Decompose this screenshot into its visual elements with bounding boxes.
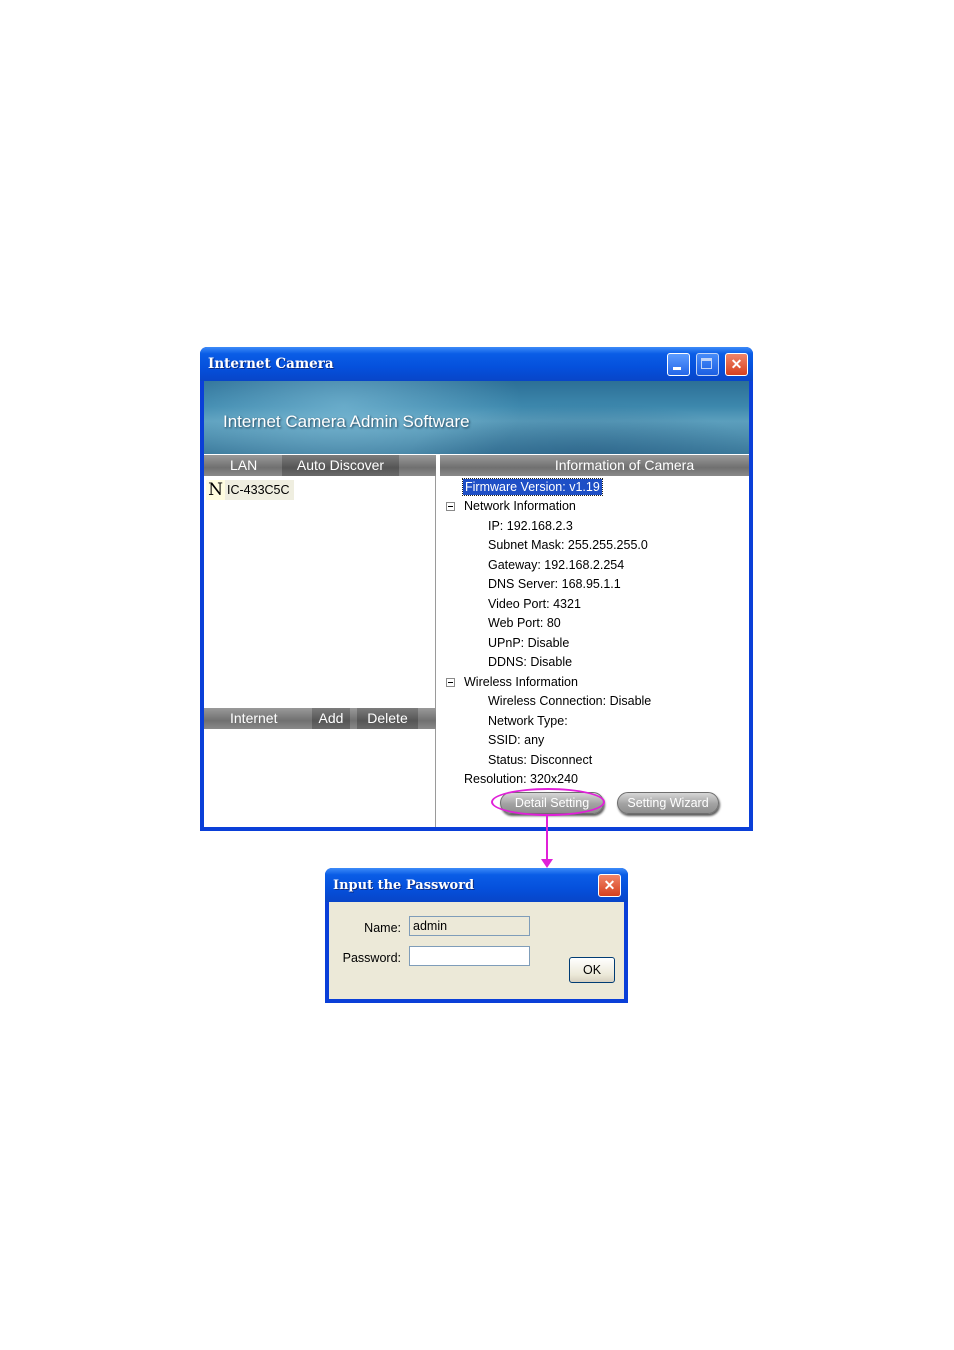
information-header: Information of Camera [440,455,749,476]
ip-address: IP: 192.168.2.3 [488,519,573,533]
window-client-area: Internet Camera Admin Software LAN Auto … [204,381,749,827]
ok-button[interactable]: OK [569,957,615,983]
camera-device-icon: N [206,480,225,500]
close-icon: ✕ [730,356,743,372]
minimize-icon [673,367,681,370]
dialog-body: Name: Password: OK [329,902,624,999]
callout-arrow-line [546,814,548,862]
name-label: Name: [364,921,401,935]
dns-server: DNS Server: 168.95.1.1 [488,577,621,591]
collapse-wireless-icon[interactable] [446,678,455,687]
add-button[interactable]: Add [312,708,350,729]
name-field[interactable] [409,916,530,936]
device-name: IC-433C5C [227,483,290,497]
gateway: Gateway: 192.168.2.254 [488,558,625,572]
dialog-title-bar[interactable]: Input the Password ✕ [325,868,628,902]
tab-internet[interactable]: Internet [230,708,277,729]
resolution: Resolution: 320x240 [464,772,578,786]
video-port: Video Port: 4321 [488,597,581,611]
network-type: Network Type: [488,714,568,728]
wireless-information-node[interactable]: Wireless Information [464,674,578,690]
password-label: Password: [342,951,401,965]
minimize-button[interactable] [667,353,690,376]
firmware-version[interactable]: Firmware Version: v1.19 [462,478,603,496]
internet-camera-window: Internet Camera ✕ Internet Camera Admin … [200,347,753,831]
dialog-title: Input the Password [333,878,475,893]
wireless-connection: Wireless Connection: Disable [488,694,652,708]
network-information-node[interactable]: Network Information [464,498,576,514]
lan-header-bar: LAN Auto Discover [204,455,436,476]
auto-discover-button[interactable]: Auto Discover [282,455,399,476]
ddns-status: DDNS: Disable [488,655,573,669]
collapse-network-icon[interactable] [446,502,455,511]
password-field[interactable] [409,946,530,966]
device-list-item[interactable]: N IC-433C5C [206,480,294,500]
maximize-icon [701,358,712,369]
wireless-status: Status: Disconnect [488,753,593,767]
close-icon: ✕ [603,877,616,893]
camera-info-tree: Firmware Version: v1.19 Network Informat… [437,476,749,827]
web-port: Web Port: 80 [488,616,561,630]
banner-title: Internet Camera Admin Software [223,412,470,431]
dialog-close-button[interactable]: ✕ [598,874,621,897]
window-title: Internet Camera [208,356,334,372]
upnp-status: UPnP: Disable [488,636,570,650]
ssid: SSID: any [488,733,545,747]
subnet-mask: Subnet Mask: 255.255.255.0 [488,538,648,552]
device-list-panel: N IC-433C5C Internet Add Delete [204,476,436,827]
callout-arrow-head [541,859,553,868]
setting-wizard-button[interactable]: Setting Wizard [617,792,719,814]
maximize-button[interactable] [696,353,719,376]
banner: Internet Camera Admin Software [204,381,749,454]
delete-button[interactable]: Delete [357,708,418,729]
close-button[interactable]: ✕ [725,353,748,376]
tab-lan[interactable]: LAN [230,455,257,476]
detail-setting-button[interactable]: Detail Setting [500,792,604,814]
password-dialog: Input the Password ✕ Name: Password: OK [325,868,628,1003]
internet-bar: Internet Add Delete [204,708,436,729]
title-bar[interactable]: Internet Camera ✕ [200,347,753,381]
